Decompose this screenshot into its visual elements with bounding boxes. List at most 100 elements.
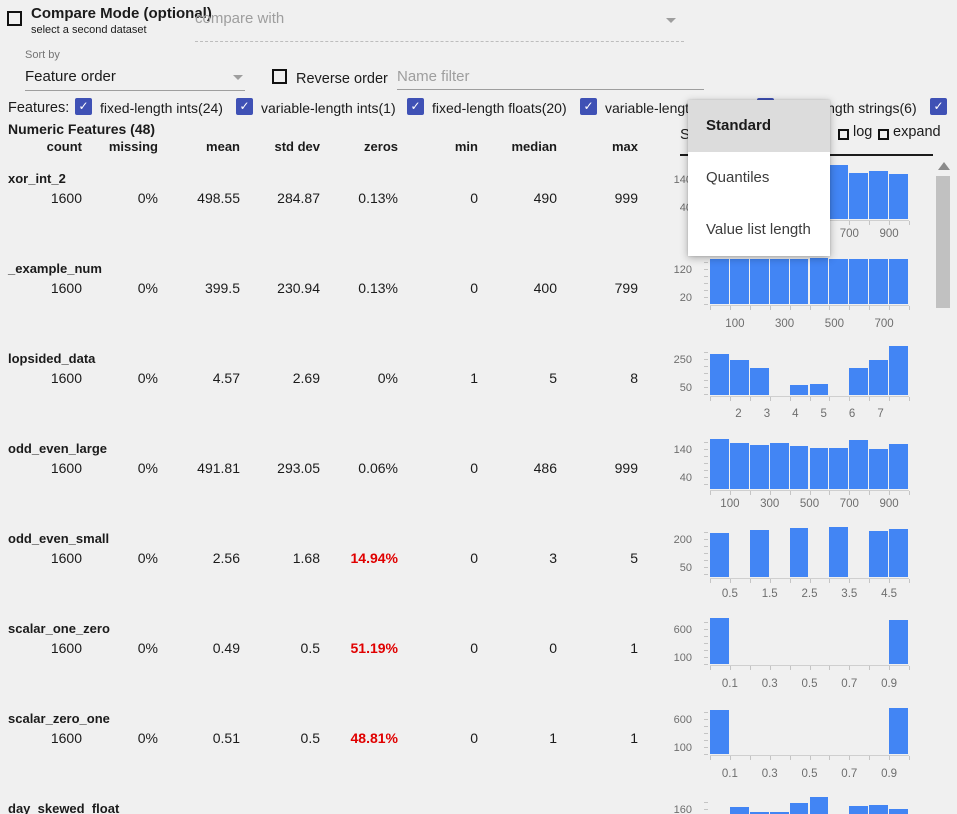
histogram-bar xyxy=(810,384,829,395)
histogram-bar xyxy=(750,530,769,577)
stat-value: 4.57 xyxy=(162,370,240,386)
stat-value: 0 xyxy=(400,730,478,746)
histogram-bar xyxy=(790,385,809,395)
stat-value: 1600 xyxy=(4,550,82,566)
menu-item-standard[interactable]: Standard xyxy=(688,100,830,152)
feature-filter-checkbox[interactable]: ✓ xyxy=(580,98,597,115)
y-axis-tick xyxy=(704,470,708,471)
histogram-chart: 6001000.10.30.50.70.9 xyxy=(660,698,957,788)
column-header: zeros xyxy=(320,139,398,154)
log-checkbox[interactable] xyxy=(838,127,849,145)
histogram-bar xyxy=(710,618,729,664)
x-axis-tick xyxy=(869,491,870,495)
x-axis-tick xyxy=(770,306,771,310)
compare-with-select[interactable]: compare with xyxy=(195,10,284,27)
y-tick-label: 100 xyxy=(660,742,692,754)
feature-filter-label: variable-length ints(1) xyxy=(261,100,396,116)
x-tick-label: 0.3 xyxy=(750,678,790,690)
column-header: std dev xyxy=(242,139,320,154)
sort-by-select[interactable]: Feature order xyxy=(25,68,116,85)
facets-overview: Compare Mode (optional) select a second … xyxy=(0,0,957,814)
histogram-bar xyxy=(810,448,829,490)
scrollbar-thumb[interactable] xyxy=(936,176,950,308)
x-axis-tick xyxy=(909,491,910,495)
y-tick-label: 250 xyxy=(660,354,692,366)
x-axis-tick xyxy=(810,491,811,495)
name-filter-input[interactable] xyxy=(397,63,704,90)
reverse-order-checkbox[interactable] xyxy=(272,69,287,84)
x-axis-tick xyxy=(849,397,850,401)
x-axis-tick xyxy=(770,397,771,401)
feature-filter-checkbox[interactable]: ✓ xyxy=(407,98,424,115)
stat-value: 1600 xyxy=(4,640,82,656)
x-axis-tick xyxy=(849,221,850,225)
table-row: lopsided_data16000%4.572.690%15825050234… xyxy=(0,338,957,428)
y-axis-tick xyxy=(704,290,708,291)
stat-value: 0 xyxy=(400,190,478,206)
y-tick-label: 50 xyxy=(660,382,692,394)
feature-filter-checkbox[interactable]: ✓ xyxy=(930,98,947,115)
column-header: median xyxy=(479,139,557,154)
feature-filter-checkbox[interactable]: ✓ xyxy=(236,98,253,115)
histogram-chart: 12020100300500700 xyxy=(660,248,957,338)
stat-value: 0% xyxy=(80,460,158,476)
feature-filter-checkbox[interactable]: ✓ xyxy=(75,98,92,115)
stat-value: 284.87 xyxy=(242,190,320,206)
histogram-bar xyxy=(889,346,908,395)
stat-value: 0% xyxy=(80,280,158,296)
stat-value: 399.5 xyxy=(162,280,240,296)
x-tick-label: 0.5 xyxy=(710,588,750,600)
x-axis-tick xyxy=(770,491,771,495)
menu-item-value-list-length[interactable]: Value list length xyxy=(688,204,830,256)
chevron-down-icon xyxy=(233,75,243,80)
y-axis-tick xyxy=(704,262,708,263)
histogram-bar xyxy=(750,445,769,489)
x-axis-tick xyxy=(790,756,791,760)
y-axis-tick xyxy=(704,726,708,727)
column-header: max xyxy=(560,139,638,154)
x-axis-tick xyxy=(849,756,850,760)
compare-mode-checkbox[interactable] xyxy=(7,11,22,26)
x-axis-tick xyxy=(790,579,791,583)
histogram-bar xyxy=(710,710,729,754)
y-axis-tick xyxy=(704,733,708,734)
expand-checkbox[interactable] xyxy=(878,127,889,145)
stat-value: 3 xyxy=(479,550,557,566)
histogram-bar xyxy=(710,354,729,395)
feature-name: xor_int_2 xyxy=(8,171,66,186)
y-tick-label: 140 xyxy=(660,444,692,456)
histogram-chart: 6001000.10.30.50.70.9 xyxy=(660,608,957,698)
y-axis-tick xyxy=(704,636,708,637)
x-axis-tick xyxy=(889,221,890,225)
histogram-bar xyxy=(710,439,729,489)
x-axis-tick xyxy=(909,397,910,401)
stat-value: 48.81% xyxy=(320,730,398,746)
x-axis-tick xyxy=(849,306,850,310)
x-axis-tick xyxy=(750,306,751,310)
y-axis-tick xyxy=(704,546,708,547)
compare-mode-title: Compare Mode (optional) xyxy=(31,5,212,22)
x-tick-label: 4.5 xyxy=(869,588,909,600)
y-axis-tick xyxy=(704,712,708,713)
histogram-bar xyxy=(710,259,729,304)
column-header: count xyxy=(4,139,82,154)
histogram-chart: 25050234567 xyxy=(660,338,957,428)
x-axis-tick xyxy=(810,306,811,310)
x-tick-label: 300 xyxy=(750,498,790,510)
stat-value: 5 xyxy=(479,370,557,386)
y-tick-label: 200 xyxy=(660,534,692,546)
feature-name: scalar_zero_one xyxy=(8,711,110,726)
stat-value: 498.55 xyxy=(162,190,240,206)
x-axis-tick xyxy=(849,579,850,583)
y-axis-tick xyxy=(704,747,708,748)
histogram-bar xyxy=(750,259,769,304)
histogram-bar xyxy=(730,443,749,489)
scrollbar-up-icon[interactable] xyxy=(938,162,950,170)
stat-value: 1 xyxy=(560,730,638,746)
x-axis-tick xyxy=(849,666,850,670)
feature-filter-label: fixed-length floats(20) xyxy=(432,100,567,116)
x-tick-label: 2.5 xyxy=(790,588,830,600)
menu-item-quantiles[interactable]: Quantiles xyxy=(688,152,830,204)
x-tick-label: 7 xyxy=(861,408,901,420)
x-tick-label: 0.5 xyxy=(790,768,830,780)
